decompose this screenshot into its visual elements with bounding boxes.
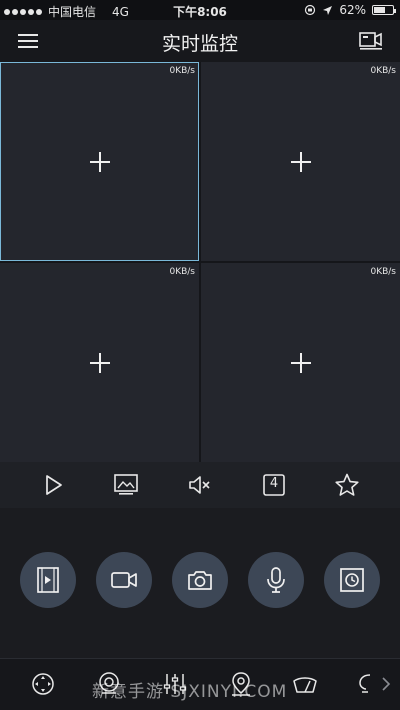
record-icon — [111, 572, 137, 588]
playback-control-row: 4 — [0, 462, 400, 508]
video-cell-1[interactable]: 0KB/s — [0, 62, 199, 261]
mute-icon[interactable] — [187, 472, 213, 498]
camera-list-icon[interactable] — [358, 28, 384, 52]
talk-button[interactable] — [248, 552, 304, 608]
add-camera-icon[interactable] — [290, 151, 311, 172]
battery-icon — [372, 5, 396, 15]
split-count-label: 4 — [269, 476, 279, 491]
bitrate-label: 0KB/s — [370, 267, 396, 277]
watermark-text: 新意手游 SJXINYI.COM — [92, 682, 288, 702]
page-title: 实时监控 — [161, 33, 238, 55]
ptz-direction-icon[interactable] — [30, 671, 56, 697]
split-4-icon[interactable]: 4 — [261, 472, 287, 498]
nav-bar: 实时监控 — [0, 20, 400, 62]
timed-playback-icon — [340, 568, 364, 592]
add-camera-icon[interactable] — [89, 352, 110, 373]
record-button[interactable] — [96, 552, 152, 608]
video-grid: 0KB/s 0KB/s 0KB/s 0KB/s — [0, 62, 400, 462]
light-icon[interactable] — [356, 671, 374, 697]
location-arrow-icon — [323, 5, 333, 15]
snapshot-button[interactable] — [172, 552, 228, 608]
image-quality-icon[interactable] — [113, 472, 139, 498]
action-area — [0, 508, 400, 658]
bottom-toolbar: 新意手游 SJXINYI.COM — [0, 658, 400, 710]
add-camera-icon[interactable] — [290, 352, 311, 373]
video-cell-3[interactable]: 0KB/s — [0, 263, 199, 462]
status-bar: 中国电信 4G 下午8:06 62% — [0, 0, 400, 20]
bitrate-label: 0KB/s — [169, 66, 195, 76]
orientation-lock-icon — [305, 4, 316, 16]
wiper-icon[interactable] — [292, 671, 318, 697]
bitrate-label: 0KB/s — [169, 267, 195, 277]
add-camera-icon[interactable] — [89, 151, 110, 172]
video-cell-4[interactable]: 0KB/s — [201, 263, 400, 462]
chevron-right-icon[interactable] — [380, 675, 392, 693]
microphone-icon — [267, 567, 285, 593]
bitrate-label: 0KB/s — [370, 66, 396, 76]
status-right: 62% — [304, 3, 396, 17]
video-playback-button[interactable] — [20, 552, 76, 608]
snapshot-icon — [188, 571, 212, 590]
favorite-star-icon[interactable] — [334, 472, 360, 498]
video-playback-icon — [37, 567, 59, 593]
video-cell-2[interactable]: 0KB/s — [201, 62, 400, 261]
play-icon[interactable] — [40, 472, 66, 498]
timed-playback-button[interactable] — [324, 552, 380, 608]
battery-percent: 62% — [339, 3, 366, 17]
